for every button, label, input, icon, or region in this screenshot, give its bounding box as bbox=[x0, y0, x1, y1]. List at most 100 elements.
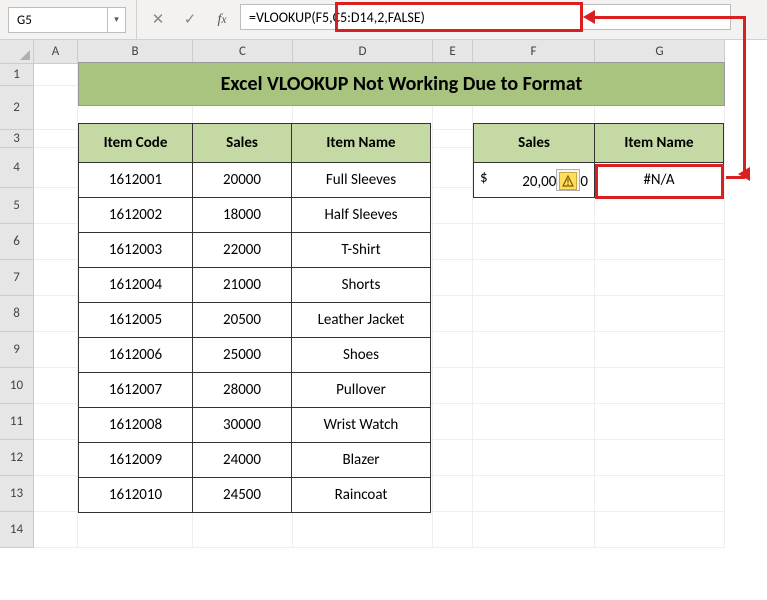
table-cell[interactable]: Shorts bbox=[291, 267, 431, 303]
cancel-formula-button[interactable]: ✕ bbox=[142, 0, 174, 39]
cell[interactable] bbox=[34, 512, 78, 548]
row-header-6[interactable]: 6 bbox=[0, 224, 34, 260]
cell[interactable] bbox=[34, 476, 78, 512]
cell[interactable] bbox=[595, 260, 725, 296]
insert-function-button[interactable]: fx bbox=[206, 0, 238, 39]
cell[interactable] bbox=[473, 296, 595, 332]
cell[interactable] bbox=[34, 368, 78, 404]
cell[interactable] bbox=[34, 130, 78, 148]
cell-f5[interactable]: $ 20,000 bbox=[473, 162, 595, 198]
cell[interactable] bbox=[595, 368, 725, 404]
select-all-corner[interactable] bbox=[0, 40, 34, 64]
table-cell[interactable]: Raincoat bbox=[291, 477, 431, 513]
cell[interactable] bbox=[433, 368, 473, 404]
table-cell[interactable]: Wrist Watch bbox=[291, 407, 431, 443]
name-box[interactable]: G5 bbox=[8, 7, 108, 33]
confirm-formula-button[interactable]: ✓ bbox=[174, 0, 206, 39]
cell[interactable] bbox=[473, 512, 595, 548]
cell[interactable] bbox=[595, 332, 725, 368]
cell[interactable] bbox=[193, 512, 293, 548]
col-header-e[interactable]: E bbox=[433, 40, 473, 64]
row-header-8[interactable]: 8 bbox=[0, 296, 34, 332]
table-cell[interactable]: 1612002 bbox=[78, 197, 193, 233]
table-cell[interactable]: 18000 bbox=[192, 197, 292, 233]
cell[interactable] bbox=[595, 476, 725, 512]
cell[interactable] bbox=[595, 296, 725, 332]
table-cell[interactable]: 20500 bbox=[192, 302, 292, 338]
col-header-c[interactable]: C bbox=[193, 40, 293, 64]
row-header-14[interactable]: 14 bbox=[0, 512, 34, 548]
row-header-13[interactable]: 13 bbox=[0, 476, 34, 512]
cell[interactable] bbox=[34, 332, 78, 368]
table-cell[interactable]: 1612003 bbox=[78, 232, 193, 268]
table-cell[interactable]: Pullover bbox=[291, 372, 431, 408]
row-header-3[interactable]: 3 bbox=[0, 130, 34, 148]
table-header[interactable]: Item Name bbox=[291, 123, 431, 163]
cell[interactable] bbox=[595, 512, 725, 548]
cell[interactable] bbox=[433, 224, 473, 260]
cell[interactable] bbox=[34, 260, 78, 296]
cell[interactable] bbox=[34, 224, 78, 260]
cell[interactable] bbox=[34, 296, 78, 332]
col-header-b[interactable]: B bbox=[78, 40, 193, 64]
table-cell[interactable]: 1612007 bbox=[78, 372, 193, 408]
table-cell[interactable]: Full Sleeves bbox=[291, 162, 431, 198]
table-cell[interactable]: Shoes bbox=[291, 337, 431, 373]
table-header[interactable]: Sales bbox=[473, 123, 595, 163]
cell[interactable] bbox=[34, 440, 78, 476]
table-cell[interactable]: 24000 bbox=[192, 442, 292, 478]
cell[interactable] bbox=[433, 440, 473, 476]
table-cell[interactable]: 25000 bbox=[192, 337, 292, 373]
cell[interactable] bbox=[473, 260, 595, 296]
cell[interactable] bbox=[433, 404, 473, 440]
cell[interactable] bbox=[433, 130, 473, 148]
table-cell[interactable]: 20000 bbox=[192, 162, 292, 198]
cell[interactable] bbox=[473, 440, 595, 476]
table-cell[interactable]: 1612001 bbox=[78, 162, 193, 198]
cell[interactable] bbox=[433, 148, 473, 188]
row-header-9[interactable]: 9 bbox=[0, 332, 34, 368]
cell[interactable] bbox=[595, 224, 725, 260]
cell[interactable] bbox=[595, 404, 725, 440]
table-cell[interactable]: 1612008 bbox=[78, 407, 193, 443]
col-header-g[interactable]: G bbox=[595, 40, 725, 64]
col-header-d[interactable]: D bbox=[293, 40, 433, 64]
cell[interactable] bbox=[34, 404, 78, 440]
cell[interactable] bbox=[433, 332, 473, 368]
table-cell[interactable]: 1612004 bbox=[78, 267, 193, 303]
name-box-dropdown[interactable]: ▾ bbox=[108, 7, 126, 33]
col-header-a[interactable]: A bbox=[34, 40, 78, 64]
row-header-2[interactable]: 2 bbox=[0, 86, 34, 130]
cell[interactable] bbox=[473, 224, 595, 260]
cell[interactable] bbox=[78, 512, 193, 548]
cell[interactable] bbox=[473, 332, 595, 368]
table-cell[interactable]: 21000 bbox=[192, 267, 292, 303]
cell[interactable] bbox=[34, 188, 78, 224]
table-header[interactable]: Item Code bbox=[78, 123, 193, 163]
table-cell[interactable]: 1612006 bbox=[78, 337, 193, 373]
cell[interactable] bbox=[595, 440, 725, 476]
table-cell[interactable]: Half Sleeves bbox=[291, 197, 431, 233]
cell[interactable] bbox=[34, 64, 78, 86]
row-header-1[interactable]: 1 bbox=[0, 64, 34, 86]
table-cell[interactable]: T-Shirt bbox=[291, 232, 431, 268]
cell[interactable] bbox=[433, 260, 473, 296]
table-cell[interactable]: 30000 bbox=[192, 407, 292, 443]
cell[interactable] bbox=[473, 476, 595, 512]
table-cell[interactable]: 28000 bbox=[192, 372, 292, 408]
row-header-12[interactable]: 12 bbox=[0, 440, 34, 476]
row-header-7[interactable]: 7 bbox=[0, 260, 34, 296]
table-cell[interactable]: 1612010 bbox=[78, 477, 193, 513]
table-cell[interactable]: Blazer bbox=[291, 442, 431, 478]
table-header[interactable]: Sales bbox=[192, 123, 292, 163]
table-cell[interactable]: 22000 bbox=[192, 232, 292, 268]
error-smart-tag[interactable] bbox=[556, 169, 580, 191]
cell[interactable] bbox=[433, 188, 473, 224]
page-title[interactable]: Excel VLOOKUP Not Working Due to Format bbox=[78, 62, 725, 106]
col-header-f[interactable]: F bbox=[473, 40, 595, 64]
row-header-10[interactable]: 10 bbox=[0, 368, 34, 404]
table-cell[interactable]: 1612005 bbox=[78, 302, 193, 338]
cell-g5[interactable]: #N/A bbox=[594, 162, 724, 198]
table-cell[interactable]: 24500 bbox=[192, 477, 292, 513]
cell[interactable] bbox=[433, 476, 473, 512]
